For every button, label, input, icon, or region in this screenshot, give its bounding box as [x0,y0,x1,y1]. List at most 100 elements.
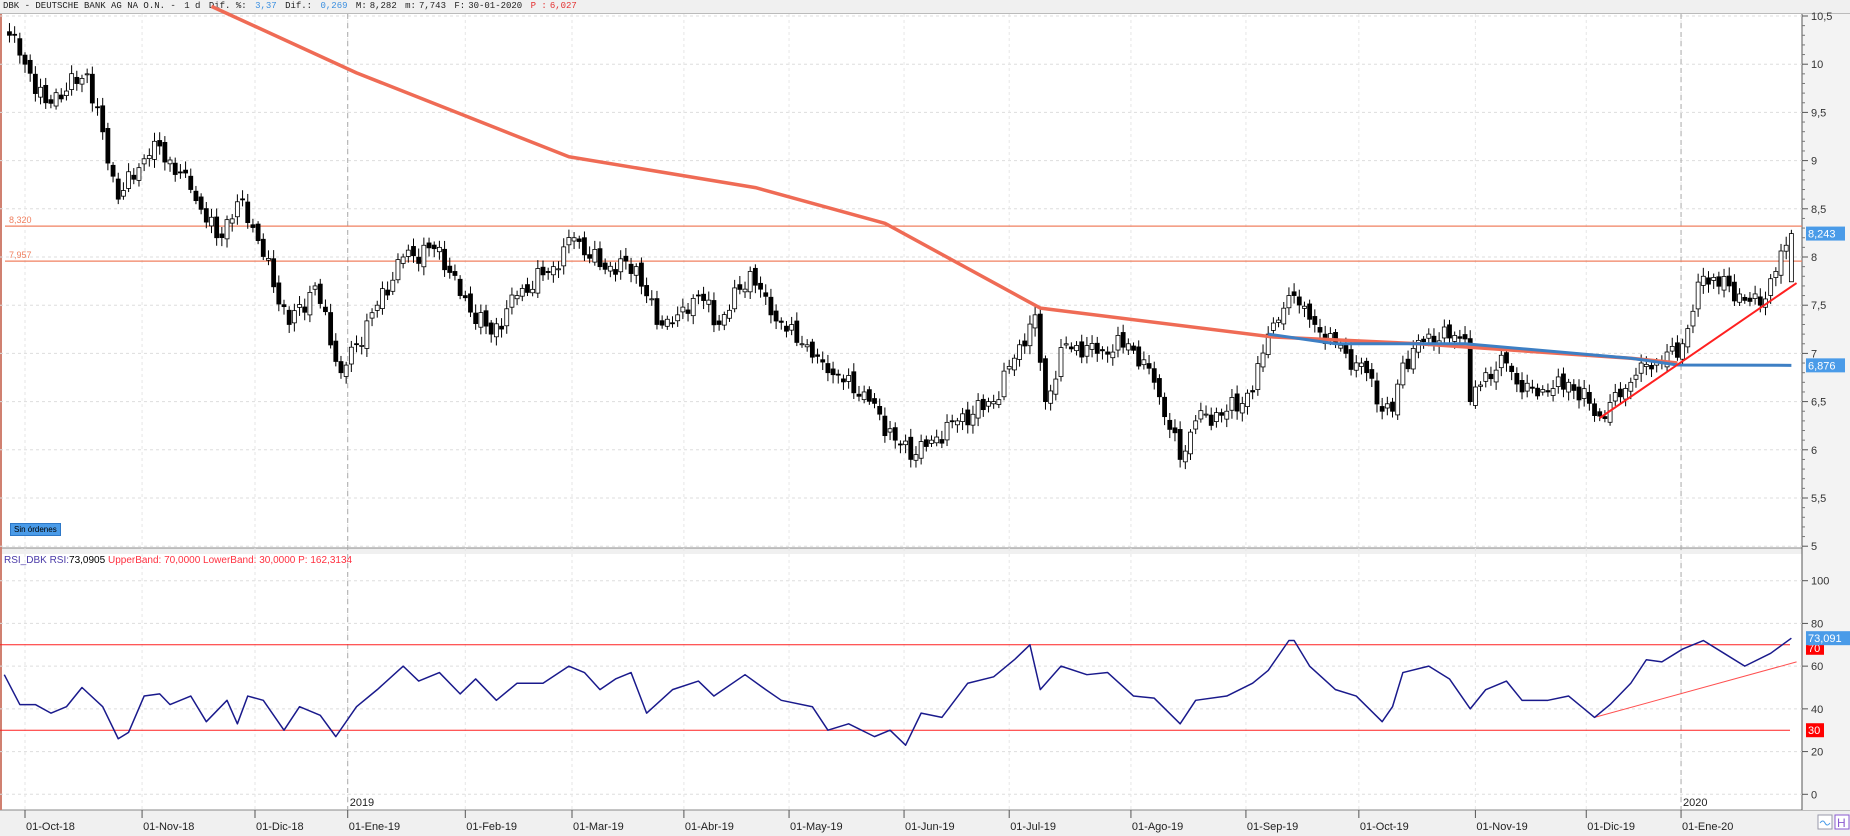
candle-bullish [1628,381,1634,392]
candle-bearish [1675,342,1680,358]
sma-red-line [210,4,1678,365]
candle-bearish [841,378,846,383]
candle-bearish [1618,388,1623,398]
price-tick-label: 6 [1811,445,1817,457]
candle-bullish [395,259,401,281]
candle-bullish [1581,388,1587,399]
candle-bearish [333,340,339,362]
rsi-header: RSI_DBK RSI:73,0905 UpperBand: 70,0000 L… [4,555,352,567]
candle-bearish [250,224,256,228]
candle-bullish [633,266,639,276]
candle-bearish [1120,332,1126,348]
candle-bullish [706,299,712,305]
candle-bearish [105,128,111,164]
candle-bullish [1017,344,1022,360]
candle-bearish [1545,390,1551,393]
candle-bullish [405,249,411,257]
candle-bearish [183,169,188,174]
orders-badge[interactable]: Sin órdenes [10,523,61,536]
candle-bearish [1649,365,1654,370]
candle-bullish [1011,357,1017,371]
candle-bearish [286,309,292,325]
candle-bullish [996,399,1002,405]
rsi-line [3,637,1792,746]
candle-bullish [1286,295,1292,309]
candle-bearish [255,223,261,241]
candle-bullish [291,310,297,324]
candle-bullish [1089,343,1095,350]
candle-bearish [711,300,717,326]
candle-bullish [1711,277,1717,281]
rsi-value-tag: 73,091 [1808,633,1842,645]
candle-bullish [727,309,732,319]
candle-bearish [659,320,665,326]
candle-bearish [654,298,660,325]
rsi-p: P: 162,3134 [298,555,353,566]
candle-bearish [602,262,608,270]
candle-bearish [576,238,582,242]
candle-bullish [121,190,126,197]
candle-bullish [1721,276,1727,291]
candle-bullish [1214,412,1219,422]
candle-bearish [1576,386,1582,401]
candle-bearish [499,325,504,330]
date-tick-label: 01-Feb-19 [466,821,517,833]
candle-bullish [1001,370,1007,398]
candle-bullish [690,297,696,317]
candle-bearish [1343,345,1349,354]
candle-bullish [1229,397,1235,411]
candle-bullish [975,400,981,419]
candle-bullish [1027,323,1033,347]
candle-bullish [229,218,235,224]
candle-bullish [1550,388,1556,396]
candle-bearish [1561,373,1566,390]
candle-bullish [955,420,960,426]
candle-bearish [1043,358,1048,402]
candle-bullish [1182,450,1188,463]
candle-bullish [556,268,561,271]
candle-bullish [1048,390,1054,404]
candle-bullish [1473,386,1478,406]
candle-bullish [1778,250,1784,276]
candle-bearish [809,341,815,358]
candle-bearish [457,278,463,296]
date-tick-label: 01-Jun-19 [905,821,955,833]
price-value-tag: 6,876 [1808,360,1836,372]
candle-bullish [1255,363,1261,390]
candle-bearish [773,310,779,322]
candle-bearish [281,304,287,308]
candle-bearish [716,320,722,325]
candle-bullish [1084,345,1090,357]
rsi-value-tag: 30 [1808,725,1820,737]
candle-bearish [214,216,220,239]
candle-bearish [58,94,64,100]
candle-bullish [343,364,349,377]
candle-bullish [1700,275,1706,286]
candle-bullish [1053,378,1059,395]
candle-bearish [32,73,38,94]
candle-bullish [1203,413,1209,416]
candle-bearish [1022,340,1028,347]
candle-bullish [1032,314,1038,329]
price-tick-label: 10 [1811,59,1823,71]
price-chart[interactable]: 10,5109,598,587,576,565,5510080604020001… [0,0,1850,836]
candle-bearish [939,439,945,444]
candle-bearish [1136,346,1142,367]
candle-bearish [1529,386,1535,389]
candle-bullish [390,279,396,292]
candle-bullish [566,237,572,246]
price-tick-label: 8 [1811,252,1817,264]
date-tick-label: 01-Nov-18 [143,821,194,833]
candle-bullish [799,343,805,346]
candle-bullish [146,155,152,160]
candle-bearish [1296,296,1302,306]
candle-bearish [1504,352,1509,364]
candle-bearish [1742,296,1748,301]
candle-bearish [701,293,706,301]
candle-bearish [758,282,763,290]
candle-bearish [623,255,629,262]
candle-bearish [825,363,831,374]
candle-bearish [898,443,903,446]
candle-bearish [737,284,743,290]
candle-bearish [323,306,328,313]
